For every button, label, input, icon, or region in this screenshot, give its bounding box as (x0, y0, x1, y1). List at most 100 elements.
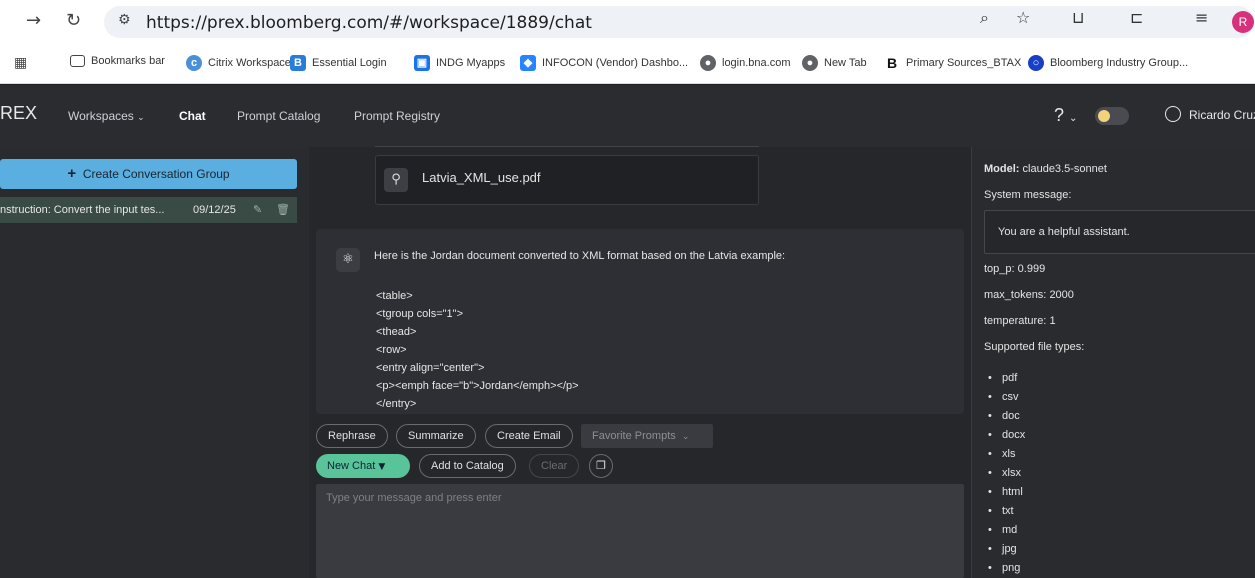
site-settings-icon[interactable]: ⚙ (118, 12, 131, 28)
attachment-card[interactable]: ⚲ Latvia_XML_use.pdf (375, 155, 759, 205)
apps-grid-icon[interactable]: ▦ (14, 55, 27, 71)
max-tokens-row: max_tokens: 2000 (984, 289, 1074, 301)
bookmark-label: Citrix Workspace (208, 57, 291, 69)
user-icon[interactable] (1165, 106, 1181, 122)
bookmark-label: INFOCON (Vendor) Dashbo... (542, 57, 689, 69)
file-type-item: html (988, 486, 1023, 498)
bookmarks-bar: ▦ Bookmarks bar c Citrix Workspace B Essen… (0, 44, 1255, 84)
bookmark-item[interactable]: ○ Bloomberg Industry Group... (1028, 55, 1188, 71)
url-text[interactable]: https://prex.bloomberg.com/#/workspace/1… (146, 13, 592, 33)
nav-prompt-registry[interactable]: Prompt Registry (354, 109, 440, 123)
bookmark-item[interactable]: ▣ INDG Myapps (414, 55, 505, 71)
code-line: <entry align="center"> (376, 362, 485, 374)
profile-avatar[interactable]: R (1232, 11, 1254, 33)
bookmark-label: New Tab (824, 57, 867, 69)
user-name[interactable]: Ricardo Cruz (1189, 108, 1255, 122)
paperclip-icon: ⚲ (384, 168, 408, 192)
rephrase-button[interactable]: Rephrase (316, 424, 388, 448)
citrix-icon: c (186, 55, 202, 71)
add-to-catalog-button[interactable]: Add to Catalog (419, 454, 516, 478)
message-input-box[interactable] (316, 484, 964, 578)
bookmark-item[interactable]: B Essential Login (290, 55, 387, 71)
theme-toggle[interactable] (1095, 107, 1129, 125)
help-menu[interactable]: ? ⌄ (1054, 105, 1077, 126)
file-type-item: txt (988, 505, 1013, 517)
bookmark-label: login.bna.com (722, 57, 791, 69)
message-divider (375, 146, 759, 147)
bookmark-label: Essential Login (312, 57, 387, 69)
delete-icon[interactable]: 🗑 (276, 197, 290, 223)
temperature-value: 1 (1049, 315, 1056, 327)
ai-brain-icon: ⚛ (336, 248, 360, 272)
system-message-text: You are a helpful assistant. (998, 226, 1130, 238)
create-email-button[interactable]: Create Email (485, 424, 573, 448)
model-row: Model: claude3.5-sonnet (984, 163, 1107, 175)
file-type-item: md (988, 524, 1018, 536)
extension-icon[interactable]: ⊔ (1072, 8, 1084, 27)
star-icon[interactable]: ☆ (1016, 8, 1030, 27)
clear-button[interactable]: Clear (529, 454, 580, 478)
top-p-label: top_p: (984, 263, 1015, 275)
globe-icon: ● (700, 55, 716, 71)
bookmark-label: Bloomberg Industry Group... (1050, 57, 1189, 69)
b-logo-icon: B (290, 55, 306, 71)
bookmark-item[interactable]: Bookmarks bar (70, 55, 165, 67)
file-type-item: xls (988, 448, 1016, 460)
bookmark-item[interactable]: ● login.bna.com (700, 55, 791, 71)
bookmark-item[interactable]: ● New Tab (802, 55, 867, 71)
file-type-item: docx (988, 429, 1025, 441)
attachment-filename: Latvia_XML_use.pdf (422, 170, 541, 185)
temperature-label: temperature: (984, 315, 1047, 327)
bookmark-item[interactable]: ◆ INFOCON (Vendor) Dashbo... (520, 55, 688, 71)
nav-prompt-catalog[interactable]: Prompt Catalog (237, 109, 320, 123)
file-type-item: doc (988, 410, 1020, 422)
app-brand[interactable]: REX (0, 103, 37, 124)
bookmark-item[interactable]: c Citrix Workspace (186, 55, 291, 71)
b-letter-icon: B (884, 55, 900, 71)
conversation-title: nstruction: Convert the input tes... (0, 204, 165, 216)
model-label: Model: (984, 163, 1020, 175)
app-header: REX Workspaces ⌄ Chat Prompt Catalog Pro… (0, 85, 1255, 147)
system-message-box: You are a helpful assistant. (984, 210, 1255, 254)
bookmark-item[interactable]: B Primary Sources_BTAX (884, 55, 1021, 71)
summarize-button[interactable]: Summarize (396, 424, 476, 448)
circle-logo-icon: ○ (1028, 55, 1044, 71)
conversation-item[interactable]: nstruction: Convert the input tes... 09/… (0, 197, 297, 223)
folder-icon (70, 55, 85, 67)
nav-chat[interactable]: Chat (179, 109, 206, 123)
help-icon: ? (1054, 105, 1065, 125)
code-line: <tgroup cols="1"> (376, 308, 464, 320)
plus-icon: + (67, 165, 77, 182)
temperature-row: temperature: 1 (984, 315, 1056, 327)
top-p-value: 0.999 (1017, 263, 1046, 275)
new-chat-button[interactable]: New Chat ▼ (316, 454, 410, 478)
chevron-down-icon: ⌄ (681, 432, 690, 442)
reload-icon[interactable]: ↻ (66, 10, 81, 32)
file-type-item: png (988, 562, 1021, 574)
chevron-down-icon: ▼ (378, 462, 386, 472)
max-tokens-value: 2000 (1049, 289, 1074, 301)
bookmark-label: INDG Myapps (436, 57, 506, 69)
code-line: <row> (376, 344, 407, 356)
code-line: </entry> (376, 398, 417, 410)
zoom-icon[interactable]: ⌕ (980, 8, 989, 28)
bookmark-label: Bookmarks bar (91, 55, 165, 67)
chevron-down-icon: ⌄ (1069, 113, 1078, 124)
nav-workspaces[interactable]: Workspaces ⌄ (68, 109, 145, 123)
favorite-prompts-dropdown[interactable]: Favorite Prompts ⌄ (581, 424, 713, 448)
create-button-label: Create Conversation Group (82, 167, 230, 181)
reading-icon[interactable]: ⊏ (1130, 8, 1143, 27)
favorite-prompts-label: Favorite Prompts (592, 430, 676, 442)
copy-icon[interactable]: ❐ (589, 454, 613, 478)
file-type-item: jpg (988, 543, 1016, 555)
create-conversation-group-button[interactable]: + Create Conversation Group (0, 159, 297, 189)
message-input[interactable] (316, 484, 964, 578)
lock-icon: ▣ (414, 55, 430, 71)
file-types-label: Supported file types: (984, 341, 1085, 353)
media-icon[interactable]: ≡ (1195, 8, 1208, 27)
code-line: <p><emph face="b">Jordan</emph></p> (376, 380, 579, 392)
code-line: <thead> (376, 326, 417, 338)
edit-icon[interactable]: ✎ (253, 197, 262, 223)
forward-icon[interactable]: → (26, 10, 41, 32)
moon-icon (1098, 110, 1110, 122)
